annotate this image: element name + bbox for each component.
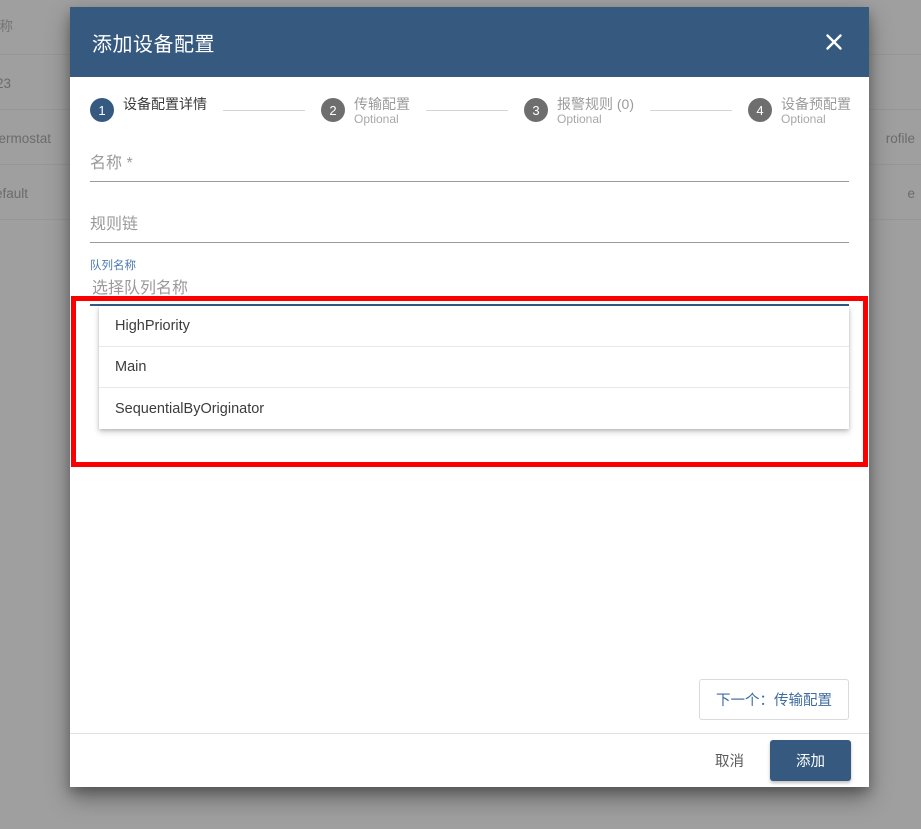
stepper-step-2[interactable]: 2 传输配置 Optional [321,96,410,126]
name-field-container [90,151,849,182]
stepper-connector [223,110,305,111]
screen-root: 名称 23 hermostat rofile efault e 添加设备配置 [0,0,921,829]
rule-chain-field-container [90,212,849,243]
next-step-button[interactable]: 下一个：传输配置 [699,679,849,720]
stepper-step-1[interactable]: 1 设备配置详情 [90,96,207,122]
step-text: 设备配置详情 [123,96,207,113]
add-device-profile-dialog: 添加设备配置 1 设备配置详情 2 传输配置 Optional 3 报警规则 (… [70,7,869,787]
step-text: 报警规则 (0) Optional [557,96,634,126]
step-text: 设备预配置 Optional [781,96,851,126]
step-number-badge: 3 [524,98,548,122]
step-label: 设备配置详情 [123,96,207,112]
queue-input-wrap: HighPriority Main SequentialByOriginator [90,278,849,429]
stepper-connector [426,110,508,111]
queue-name-label: 队列名称 [90,260,136,272]
dialog-title: 添加设备配置 [92,33,215,56]
form-area: 队列名称 HighPriority Main SequentialByOrigi… [70,139,869,679]
step-label: 报警规则 (0) [557,96,634,112]
step-label: 设备预配置 [781,96,851,112]
queue-name-input[interactable] [90,278,849,306]
dropdown-option-main[interactable]: Main [99,347,849,388]
step-label: 传输配置 [354,96,410,112]
dropdown-option-highpriority[interactable]: HighPriority [99,306,849,347]
wizard-stepper: 1 设备配置详情 2 传输配置 Optional 3 报警规则 (0) Opti… [70,77,869,139]
queue-name-field-container: 队列名称 HighPriority Main SequentialByOrigi… [90,257,849,429]
step-optional-label: Optional [354,111,399,126]
stepper-step-4[interactable]: 4 设备预配置 Optional [748,96,851,126]
step-optional-label: Optional [781,111,826,126]
dialog-footer: 取消 添加 [70,733,869,787]
step-number-badge: 4 [748,98,772,122]
close-icon-glyph [826,34,842,50]
step-number-badge: 2 [321,98,345,122]
dialog-header: 添加设备配置 [70,7,869,77]
step-number-badge: 1 [90,98,114,122]
stepper-connector [650,110,732,111]
step-text: 传输配置 Optional [354,96,410,126]
close-icon[interactable] [817,25,851,59]
queue-name-dropdown-panel: HighPriority Main SequentialByOriginator [99,306,849,429]
name-input[interactable] [90,151,849,182]
step-optional-label: Optional [557,111,602,126]
cancel-button[interactable]: 取消 [701,741,758,780]
add-button[interactable]: 添加 [770,740,851,781]
stepper-step-3[interactable]: 3 报警规则 (0) Optional [524,96,634,126]
rule-chain-input[interactable] [90,212,849,243]
dropdown-option-sequentialbyoriginator[interactable]: SequentialByOriginator [99,388,849,429]
next-step-row: 下一个：传输配置 [70,679,869,733]
